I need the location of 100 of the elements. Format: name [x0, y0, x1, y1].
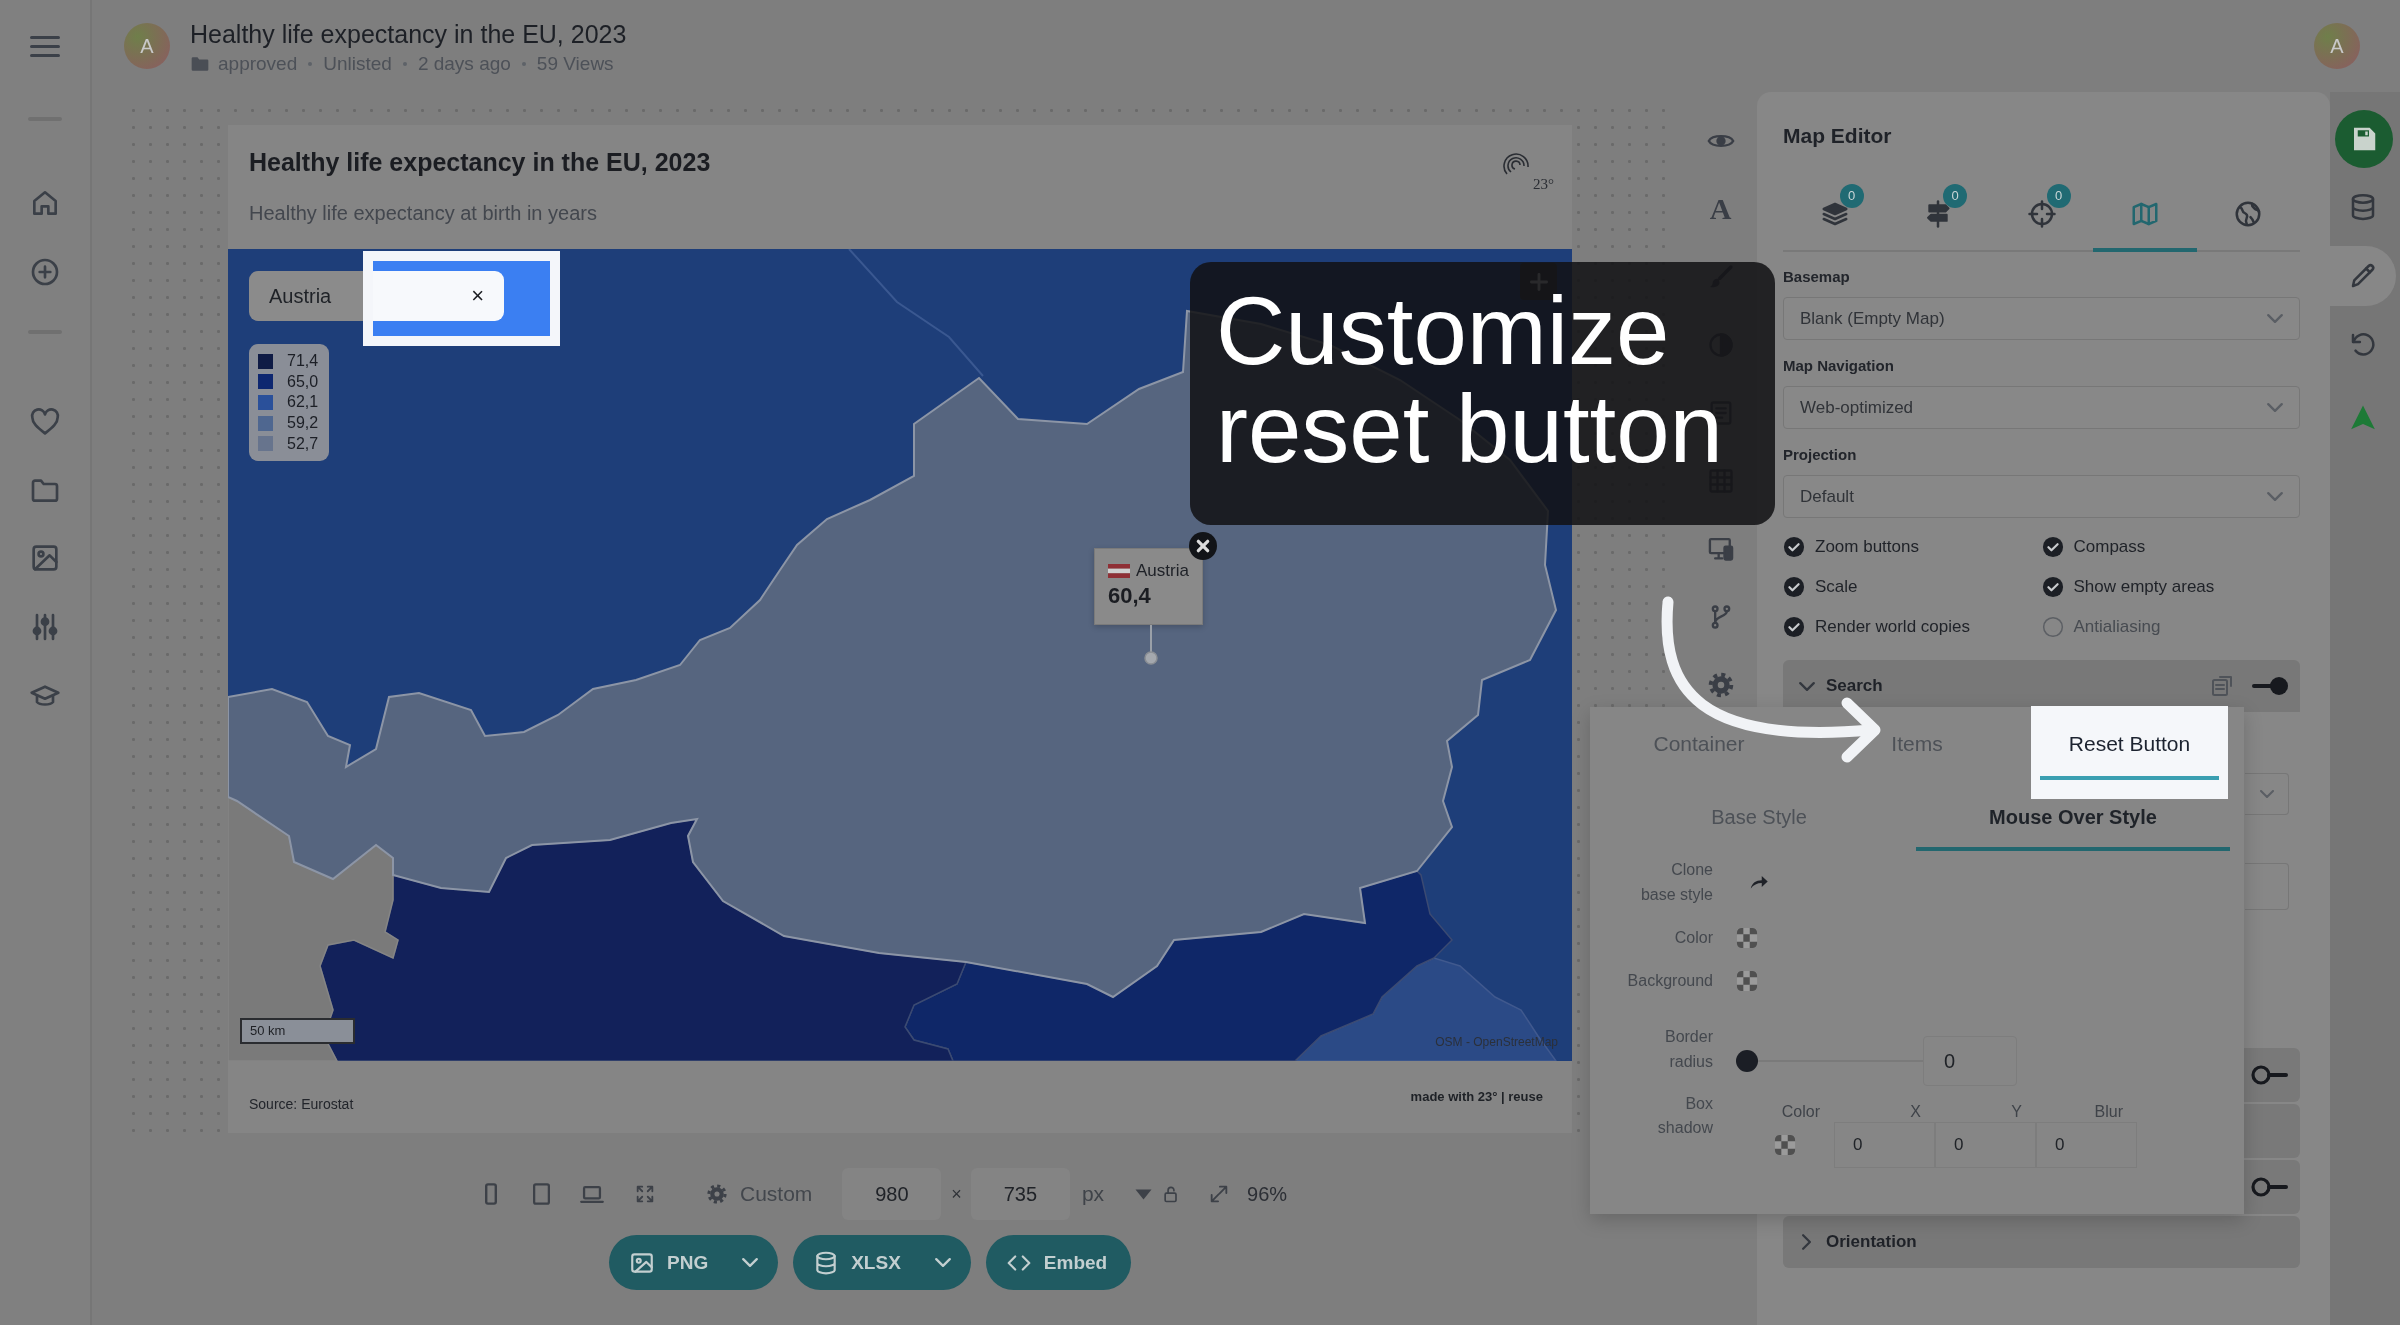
- crosshair-icon: [2026, 199, 2057, 229]
- tab[interactable]: Base Style: [1602, 800, 1916, 851]
- field-label: Y: [2010, 1102, 2023, 1122]
- country-region[interactable]: [319, 818, 968, 1061]
- laptop-icon[interactable]: [580, 1185, 604, 1203]
- export-button[interactable]: PNG: [609, 1235, 779, 1290]
- phone-icon[interactable]: [485, 1183, 497, 1205]
- preset-select[interactable]: Custom: [740, 1182, 813, 1206]
- tooltip-country: Austria: [1136, 561, 1189, 581]
- menu-icon[interactable]: [30, 36, 60, 57]
- times-label: ×: [951, 1183, 962, 1205]
- height-field[interactable]: 735: [970, 1168, 1070, 1220]
- input-field[interactable]: [2245, 863, 2289, 910]
- document-icon[interactable]: [2210, 674, 2234, 698]
- settings-icon[interactable]: [1706, 671, 1735, 699]
- legend-value: 59,2: [287, 413, 319, 434]
- field-label: Color: [1673, 928, 1713, 948]
- select-field[interactable]: Blank (Empty Map): [1783, 297, 2300, 340]
- chevron-down-icon: [2259, 790, 2274, 798]
- tutorial-tooltip: Customize reset button: [1190, 262, 1775, 525]
- gear-icon[interactable]: [706, 1183, 728, 1205]
- width-field[interactable]: 980: [842, 1168, 942, 1220]
- field-label: Color: [1780, 1102, 1821, 1122]
- document-title: Healthy life expectancy in the EU, 2023: [190, 19, 627, 49]
- color-swatch-icon[interactable]: [1736, 926, 1758, 949]
- field-label: Border radius: [1663, 1027, 1713, 1072]
- field-label: Projection: [1783, 445, 1858, 465]
- close-icon[interactable]: [1189, 532, 1217, 560]
- save-button[interactable]: [2335, 110, 2393, 168]
- search-field[interactable]: Austria: [249, 271, 363, 321]
- option-label[interactable]: Scale: [1815, 577, 1858, 597]
- scale-bar: 50 km: [240, 1018, 355, 1044]
- leader-line: [1150, 625, 1152, 652]
- chevron-down-icon[interactable]: [742, 1258, 759, 1267]
- select-field[interactable]: [2245, 773, 2289, 815]
- checkbox-icon[interactable]: [1783, 616, 1805, 638]
- monitor-phone-icon[interactable]: [1706, 535, 1735, 563]
- tab[interactable]: 0: [1783, 180, 1887, 252]
- count-badge: 0: [2046, 184, 2071, 208]
- logo-text[interactable]: 23°: [1533, 176, 1554, 192]
- field-label: Clone base style: [1639, 860, 1713, 905]
- section-header[interactable]: Search: [1783, 660, 2300, 712]
- export-button[interactable]: XLSX: [793, 1235, 971, 1290]
- reset-button[interactable]: ×: [373, 271, 504, 321]
- tab[interactable]: 0: [1886, 180, 1990, 252]
- expand-arrows-icon[interactable]: [634, 1183, 656, 1205]
- unit-select[interactable]: px: [1081, 1182, 1105, 1206]
- toggle-switch[interactable]: [2251, 675, 2289, 697]
- chart-subtitle: Healthy life expectancy at birth in years: [249, 201, 598, 226]
- image-icon[interactable]: [29, 542, 61, 574]
- chevron-down-icon: [2267, 492, 2283, 501]
- tab[interactable]: 0: [1989, 180, 2094, 252]
- select-field[interactable]: Default: [1783, 475, 2300, 518]
- field-label: Map Navigation: [1783, 356, 1895, 376]
- tooltip-value: 60,4: [1108, 582, 1152, 610]
- legend-value: 52,7: [287, 433, 319, 454]
- number-field[interactable]: 0: [1834, 1122, 1935, 1168]
- heart-icon[interactable]: [29, 406, 61, 438]
- credit-link[interactable]: made with 23° | reuse: [1410, 1088, 1543, 1133]
- chevron-icon[interactable]: [1802, 1234, 1811, 1250]
- color-swatch-icon[interactable]: [1774, 1134, 1796, 1156]
- tab[interactable]: Reset Button: [2040, 715, 2219, 790]
- tablet-icon[interactable]: [533, 1183, 550, 1205]
- country-region[interactable]: [228, 795, 399, 1061]
- option-label[interactable]: Compass: [2073, 537, 2146, 557]
- option-label[interactable]: Zoom buttons: [1815, 537, 1919, 557]
- number-field[interactable]: 0: [2036, 1122, 2137, 1168]
- checkbox-icon[interactable]: [1783, 536, 1805, 558]
- count-badge: 0: [1839, 184, 1864, 208]
- section-title: Search: [1826, 676, 1883, 696]
- toggle-switch[interactable]: [2251, 1064, 2289, 1086]
- checkbox-icon[interactable]: [2041, 576, 2064, 598]
- option-label[interactable]: Render world copies: [1815, 617, 1970, 637]
- chevron-down-icon[interactable]: [934, 1258, 951, 1267]
- export-button[interactable]: Embed: [985, 1235, 1132, 1290]
- legend-value: 62,1: [287, 392, 319, 413]
- toggle-switch[interactable]: [2251, 1176, 2289, 1198]
- user-avatar[interactable]: A: [2314, 23, 2360, 69]
- tab[interactable]: Mouse Over Style: [1916, 800, 2230, 851]
- chevron-icon[interactable]: [1799, 681, 1815, 691]
- number-field[interactable]: 0: [1923, 1036, 2017, 1086]
- field-label: Box shadow: [1656, 1094, 1713, 1138]
- chevron-down-icon: [2267, 314, 2283, 323]
- section-header[interactable]: Orientation: [1783, 1216, 2300, 1268]
- caret-down-icon[interactable]: [1135, 1188, 1153, 1200]
- chevron-down-icon: [2267, 403, 2283, 412]
- number-field[interactable]: 0: [1935, 1122, 2036, 1168]
- field-label: Background: [1626, 971, 1713, 991]
- text-tool[interactable]: A: [1709, 195, 1732, 223]
- plus-circle-icon[interactable]: [29, 256, 61, 288]
- slider-knob[interactable]: [1736, 1050, 1758, 1072]
- select-field[interactable]: Web-optimized: [1783, 386, 2300, 429]
- checkbox-icon[interactable]: [1783, 576, 1805, 598]
- option-label[interactable]: Show empty areas: [2073, 577, 2215, 597]
- flag-icon: [1108, 564, 1130, 578]
- source-text: Source: Eurostat: [249, 1095, 354, 1114]
- folder-icon: [190, 54, 210, 74]
- color-swatch-icon[interactable]: [1736, 969, 1758, 992]
- checkbox-icon[interactable]: [2041, 536, 2064, 558]
- legend-value: 65,0: [287, 371, 319, 392]
